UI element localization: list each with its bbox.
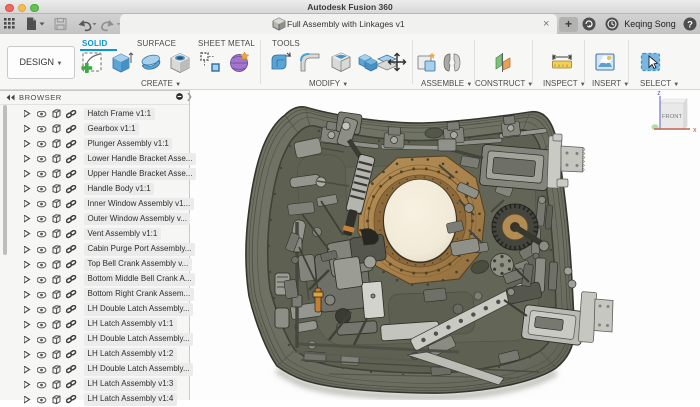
svg-text:z: z — [657, 90, 661, 97]
svg-text:?: ? — [687, 20, 693, 31]
svg-text:FRONT: FRONT — [662, 114, 682, 120]
svg-text:x: x — [693, 127, 697, 134]
